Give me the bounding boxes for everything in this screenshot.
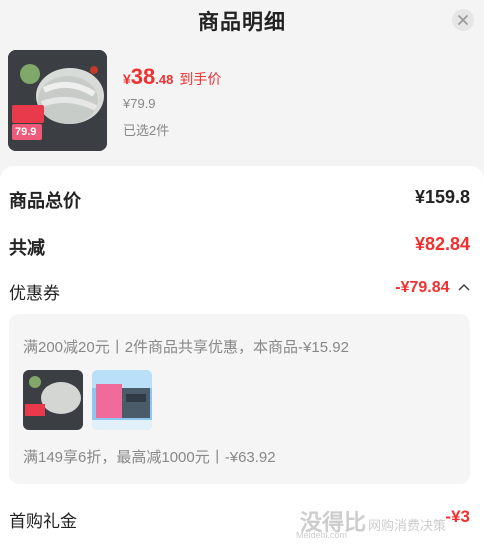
promo-box: 满200减20元丨2件商品共享优惠，本商品-¥15.92 满149享6折，最高减… <box>9 314 470 484</box>
header-bar: 商品明细 <box>0 0 484 40</box>
page-title: 商品明细 <box>198 11 286 34</box>
chevron-up-icon[interactable] <box>458 282 470 292</box>
watermark-site: Meidebi.com <box>296 530 348 540</box>
item-thumbnail-2[interactable] <box>92 370 152 430</box>
price-decimal: .48 <box>155 72 174 87</box>
product-thumbnail[interactable]: 79.9 <box>8 50 107 151</box>
price-currency: ¥ <box>123 71 131 87</box>
coupon-label: 优惠券 <box>9 284 60 303</box>
reduce-label: 共减 <box>9 238 45 258</box>
thumbnail-price-badge: 79.9 <box>15 126 37 138</box>
original-price: ¥79.9 <box>123 96 156 111</box>
first-gift-value: -¥3 <box>445 507 470 526</box>
coupon-toggle[interactable]: -¥79.84 <box>395 279 470 301</box>
promo-line-1: 满200减20元丨2件商品共享优惠，本商品-¥15.92 <box>23 339 349 356</box>
first-gift-label: 首购礼金 <box>9 512 77 531</box>
total-label: 商品总价 <box>9 191 81 211</box>
price-integer: 38 <box>130 64 156 89</box>
selected-count: 已选2件 <box>123 123 170 138</box>
coupon-value: -¥79.84 <box>395 279 450 296</box>
reduce-value: ¥82.84 <box>414 234 470 254</box>
watermark-slogan: 网购消费决策 <box>368 518 447 533</box>
price-tag: 到手价 <box>179 71 222 87</box>
item-thumbnail-1[interactable] <box>23 370 83 430</box>
promo-line-2: 满149享6折，最高减1000元丨-¥63.92 <box>23 449 276 466</box>
final-price: ¥38.48 到手价 <box>123 64 221 94</box>
close-icon[interactable] <box>458 15 468 25</box>
total-value: ¥159.8 <box>414 187 470 207</box>
close-button[interactable] <box>452 9 474 31</box>
